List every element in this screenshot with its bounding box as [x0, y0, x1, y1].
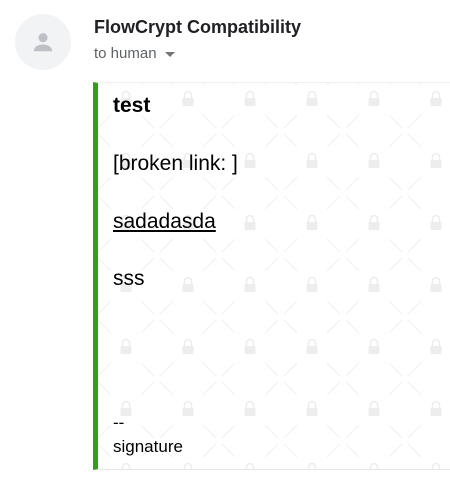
broken-link-text: [broken link: ] — [113, 152, 238, 175]
message-link[interactable]: sadadasda — [113, 210, 216, 234]
recipient-details-toggle[interactable]: to human — [94, 45, 175, 62]
signature-separator: -- — [113, 413, 125, 432]
sender-name: FlowCrypt Compatibility — [94, 17, 301, 37]
message-text: sss — [113, 267, 145, 290]
person-icon — [33, 33, 53, 52]
message-frame: test [broken link: ] sadadasda sss -- si… — [93, 82, 450, 470]
message-subject: test — [113, 94, 151, 117]
message-header: FlowCrypt Compatibility to human — [0, 0, 450, 82]
sender-avatar[interactable] — [15, 14, 71, 70]
caret-down-icon[interactable] — [164, 52, 175, 57]
recipient-text: to human — [94, 45, 157, 62]
signature-text: signature — [113, 437, 183, 456]
lock-pattern-background — [98, 83, 450, 469]
